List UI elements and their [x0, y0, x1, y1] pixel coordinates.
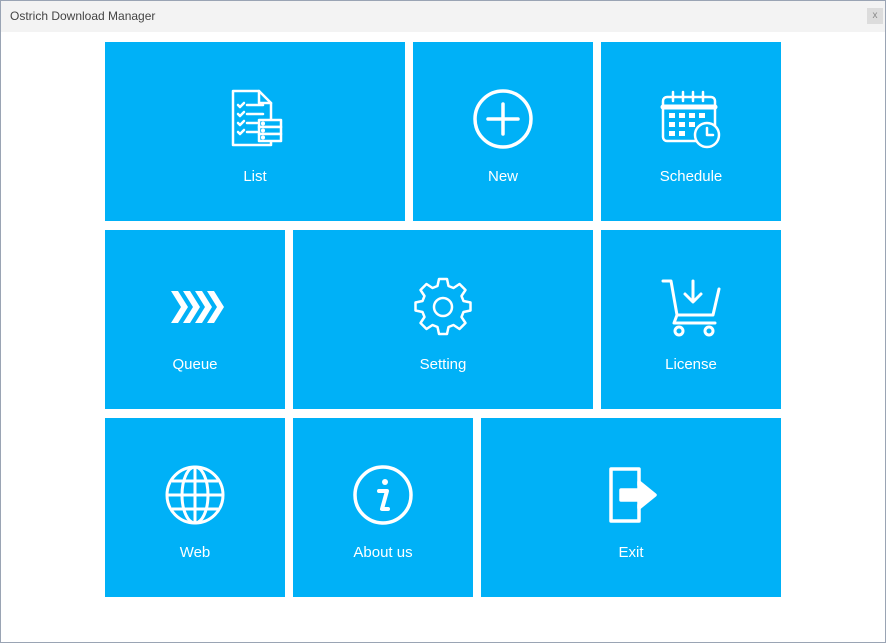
web-tile[interactable]: Web [105, 418, 285, 597]
license-label: License [665, 356, 717, 373]
license-tile[interactable]: License [601, 230, 781, 409]
exit-door-icon [599, 463, 663, 527]
exit-label: Exit [618, 544, 644, 561]
about-label: About us [353, 544, 413, 561]
plus-circle-icon [471, 87, 535, 151]
list-tile[interactable]: List [105, 42, 405, 221]
info-icon [351, 463, 415, 527]
list-label: List [243, 168, 267, 185]
setting-label: Setting [419, 356, 467, 373]
exit-tile[interactable]: Exit [481, 418, 781, 597]
schedule-label: Schedule [659, 168, 723, 185]
schedule-tile[interactable]: Schedule [601, 42, 781, 221]
web-label: Web [179, 544, 211, 561]
window-title: Ostrich Download Manager [10, 9, 156, 23]
gear-icon [411, 275, 475, 339]
queue-tile[interactable]: Queue [105, 230, 285, 409]
close-button[interactable]: x [867, 8, 883, 24]
checklist-document-icon [223, 87, 287, 151]
globe-icon [163, 463, 227, 527]
new-label: New [487, 168, 518, 185]
chevrons-right-icon [163, 275, 227, 339]
about-tile[interactable]: About us [293, 418, 473, 597]
queue-label: Queue [172, 356, 218, 373]
setting-tile[interactable]: Setting [293, 230, 593, 409]
calendar-clock-icon [659, 87, 723, 151]
title-bar: Ostrich Download Manager x [1, 1, 885, 32]
new-tile[interactable]: New [413, 42, 593, 221]
app-window: Ostrich Download Manager x List New Sche… [0, 0, 886, 643]
shopping-cart-icon [659, 275, 723, 339]
